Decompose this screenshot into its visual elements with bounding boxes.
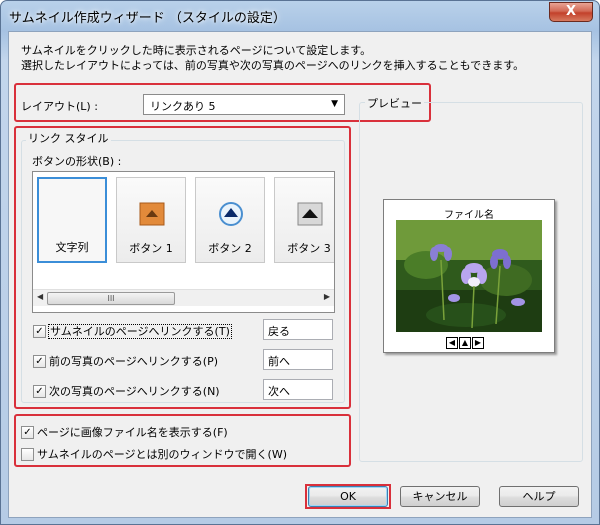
prev-link-text-field[interactable]: 前へ [263,349,333,370]
scroll-right-icon[interactable]: ▶ [324,292,330,301]
next-link-text-field[interactable]: 次へ [263,379,333,400]
checkbox-checked-icon[interactable]: ✓ [21,425,34,439]
open-new-window-label: サムネイルのページとは別のウィンドウで開く(W) [37,448,288,461]
window-title: サムネイル作成ウィザード （スタイルの設定） [9,11,286,26]
shape-tile-button-2[interactable]: ボタン 2 [195,177,265,263]
gallery-horizontal-scrollbar[interactable]: ◀ III ▶ [33,289,334,306]
preview-file-name: ファイル名 [444,210,494,221]
shape-tile-button-3[interactable]: ボタン 3 [274,177,334,263]
checkbox-unchecked-icon[interactable] [21,447,34,461]
description-line-1: サムネイルをクリックした時に表示されるページについて設定します。 [21,44,372,57]
layout-select[interactable]: リンクあり 5 ▼ [143,94,345,115]
shape-tile-label: ボタン 1 [129,242,173,255]
shape-tile-button-1[interactable]: ボタン 1 [116,177,186,263]
preview-nav-icons: ◀ ▲ ▶ [446,335,485,349]
link-prev-label: 前の写真のページへリンクする(P) [49,355,218,368]
next-arrow-icon: ▶ [472,337,484,349]
cancel-button[interactable]: キャンセル [400,486,480,507]
link-style-label: リンク スタイル [26,130,111,146]
checkbox-checked-icon[interactable]: ✓ [33,354,46,368]
close-button[interactable]: X [549,2,593,22]
link-prev-checkbox[interactable]: ✓ 前の写真のページへリンクする(P) [33,353,218,369]
help-button[interactable]: ヘルプ [499,486,579,507]
link-next-label: 次の写真のページへリンクする(N) [49,385,220,398]
dark-square-arrow-icon [297,202,323,226]
title-bar[interactable]: サムネイル作成ウィザード （スタイルの設定） X [1,1,599,31]
chevron-down-icon: ▼ [331,99,338,109]
link-thumbnail-label: サムネイルのページへリンクする(T) [48,324,232,339]
scroll-left-icon[interactable]: ◀ [37,292,43,301]
description-line-2: 選択したレイアウトによっては、前の写真や次の写真のページへのリンクを挿入すること… [21,59,525,72]
shape-tile-label: ボタン 3 [287,242,331,255]
open-new-window-checkbox[interactable]: サムネイルのページとは別のウィンドウで開く(W) [21,446,287,462]
preview-card: ファイル名 ◀ ▲ ▶ [383,199,555,353]
show-filename-checkbox[interactable]: ✓ ページに画像ファイル名を表示する(F) [21,424,228,440]
show-filename-label: ページに画像ファイル名を表示する(F) [37,426,228,439]
description: サムネイルをクリックした時に表示されるページについて設定します。 選択したレイア… [21,43,524,73]
button-shape-gallery[interactable]: 文字列 ボタン 1 ボタン 2 ボタン 3 ◀ III ▶ [32,171,335,313]
link-next-checkbox[interactable]: ✓ 次の写真のページへリンクする(N) [33,383,220,399]
shape-tile-text[interactable]: 文字列 [37,177,107,263]
blue-circle-arrow-icon [219,202,243,226]
link-thumbnail-checkbox[interactable]: ✓ サムネイルのページへリンクする(T) [33,323,232,339]
checkbox-checked-icon[interactable]: ✓ [33,384,46,398]
up-arrow-icon: ▲ [459,337,471,349]
orange-square-arrow-icon [139,202,165,226]
scrollbar-thumb[interactable]: III [47,292,175,305]
shape-tile-label: ボタン 2 [208,242,252,255]
ok-button[interactable]: OK [308,486,388,507]
checkbox-checked-icon[interactable]: ✓ [33,324,46,338]
flower-photo [396,220,542,332]
shape-tile-label: 文字列 [55,241,89,254]
layout-label: レイアウト(L) : [21,100,98,113]
thumbnail-link-text-field[interactable]: 戻る [263,319,333,340]
prev-arrow-icon: ◀ [446,337,458,349]
button-shape-label: ボタンの形状(B) : [32,155,122,168]
wizard-window: サムネイル作成ウィザード （スタイルの設定） X サムネイルをクリックした時に表… [0,0,600,525]
preview-label: プレビュー [365,95,424,111]
layout-select-value: リンクあり 5 [150,100,216,113]
